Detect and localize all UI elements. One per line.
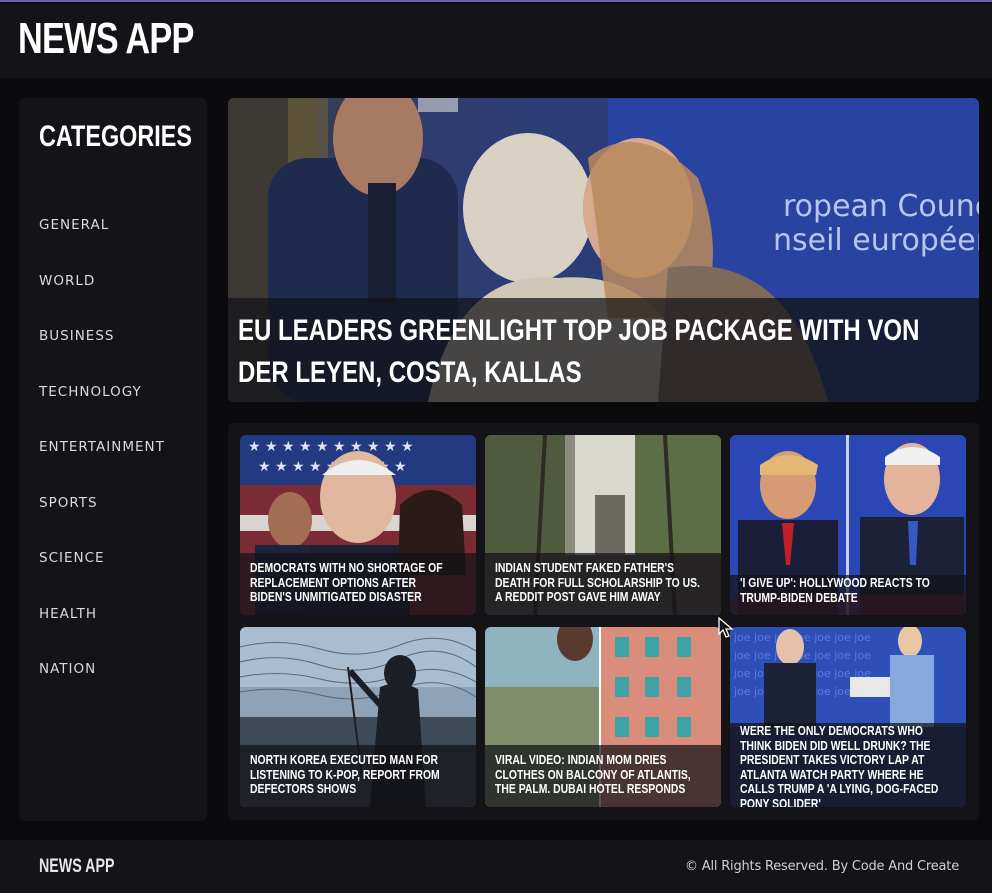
category-technology[interactable]: TECHNOLOGY <box>39 384 142 400</box>
category-entertainment[interactable]: ENTERTAINMENT <box>39 439 165 455</box>
mouse-cursor-icon <box>718 617 734 638</box>
category-health[interactable]: HEALTH <box>39 606 97 622</box>
article-card[interactable]: VIRAL VIDEO: INDIAN MOM DRIES CLOTHES ON… <box>485 627 721 807</box>
app-logo[interactable]: NEWS APP <box>18 14 194 64</box>
article-card[interactable]: 'I GIVE UP': HOLLYWOOD REACTS TO TRUMP-B… <box>730 435 966 615</box>
article-card[interactable]: INDIAN STUDENT FAKED FATHER'S DEATH FOR … <box>485 435 721 615</box>
header: NEWS APP <box>0 4 992 78</box>
article-title[interactable]: INDIAN STUDENT FAKED FATHER'S DEATH FOR … <box>495 560 703 605</box>
app-root: NEWS APP CATEGORIES GENERAL WORLD BUSINE… <box>0 0 992 893</box>
article-title[interactable]: NORTH KOREA EXECUTED MAN FOR LISTENING T… <box>250 752 458 797</box>
article-grid: ★ ★ ★ ★ ★ ★ ★ ★ ★ ★ ★ ★ ★ ★ ★ ★ ★ ★ ★ DE… <box>228 423 979 820</box>
featured-article[interactable]: ropean Council nseil européen EU LEADERS… <box>228 98 979 402</box>
article-card[interactable]: joe joe joe joe joe joe joe joe joe joe … <box>730 627 966 807</box>
article-card[interactable]: ★ ★ ★ ★ ★ ★ ★ ★ ★ ★ ★ ★ ★ ★ ★ ★ ★ ★ ★ DE… <box>240 435 476 615</box>
image-text-council: ropean Council <box>783 189 979 224</box>
category-sports[interactable]: SPORTS <box>39 495 98 511</box>
featured-article-title[interactable]: EU LEADERS GREENLIGHT TOP JOB PACKAGE WI… <box>238 310 926 394</box>
category-general[interactable]: GENERAL <box>39 217 109 233</box>
article-card[interactable]: NORTH KOREA EXECUTED MAN FOR LISTENING T… <box>240 627 476 807</box>
category-nation[interactable]: NATION <box>39 661 96 677</box>
categories-sidebar: CATEGORIES GENERAL WORLD BUSINESS TECHNO… <box>19 98 207 821</box>
category-world[interactable]: WORLD <box>39 273 95 289</box>
footer-copyright: © All Rights Reserved. By Code And Creat… <box>685 859 959 874</box>
image-text-european: nseil européen <box>773 223 979 258</box>
footer-logo[interactable]: NEWS APP <box>39 856 114 878</box>
article-title[interactable]: VIRAL VIDEO: INDIAN MOM DRIES CLOTHES ON… <box>495 752 703 797</box>
category-science[interactable]: SCIENCE <box>39 550 105 566</box>
article-title[interactable]: 'I GIVE UP': HOLLYWOOD REACTS TO TRUMP-B… <box>740 575 948 605</box>
category-business[interactable]: BUSINESS <box>39 328 114 344</box>
article-title[interactable]: DEMOCRATS WITH NO SHORTAGE OF REPLACEMEN… <box>250 560 458 605</box>
svg-text:★ ★ ★ ★ ★ ★ ★ ★ ★ ★: ★ ★ ★ ★ ★ ★ ★ ★ ★ ★ <box>248 439 414 455</box>
categories-title: CATEGORIES <box>39 120 192 153</box>
article-title[interactable]: WERE THE ONLY DEMOCRATS WHO THINK BIDEN … <box>740 723 948 807</box>
footer: NEWS APP © All Rights Reserved. By Code … <box>0 840 992 893</box>
